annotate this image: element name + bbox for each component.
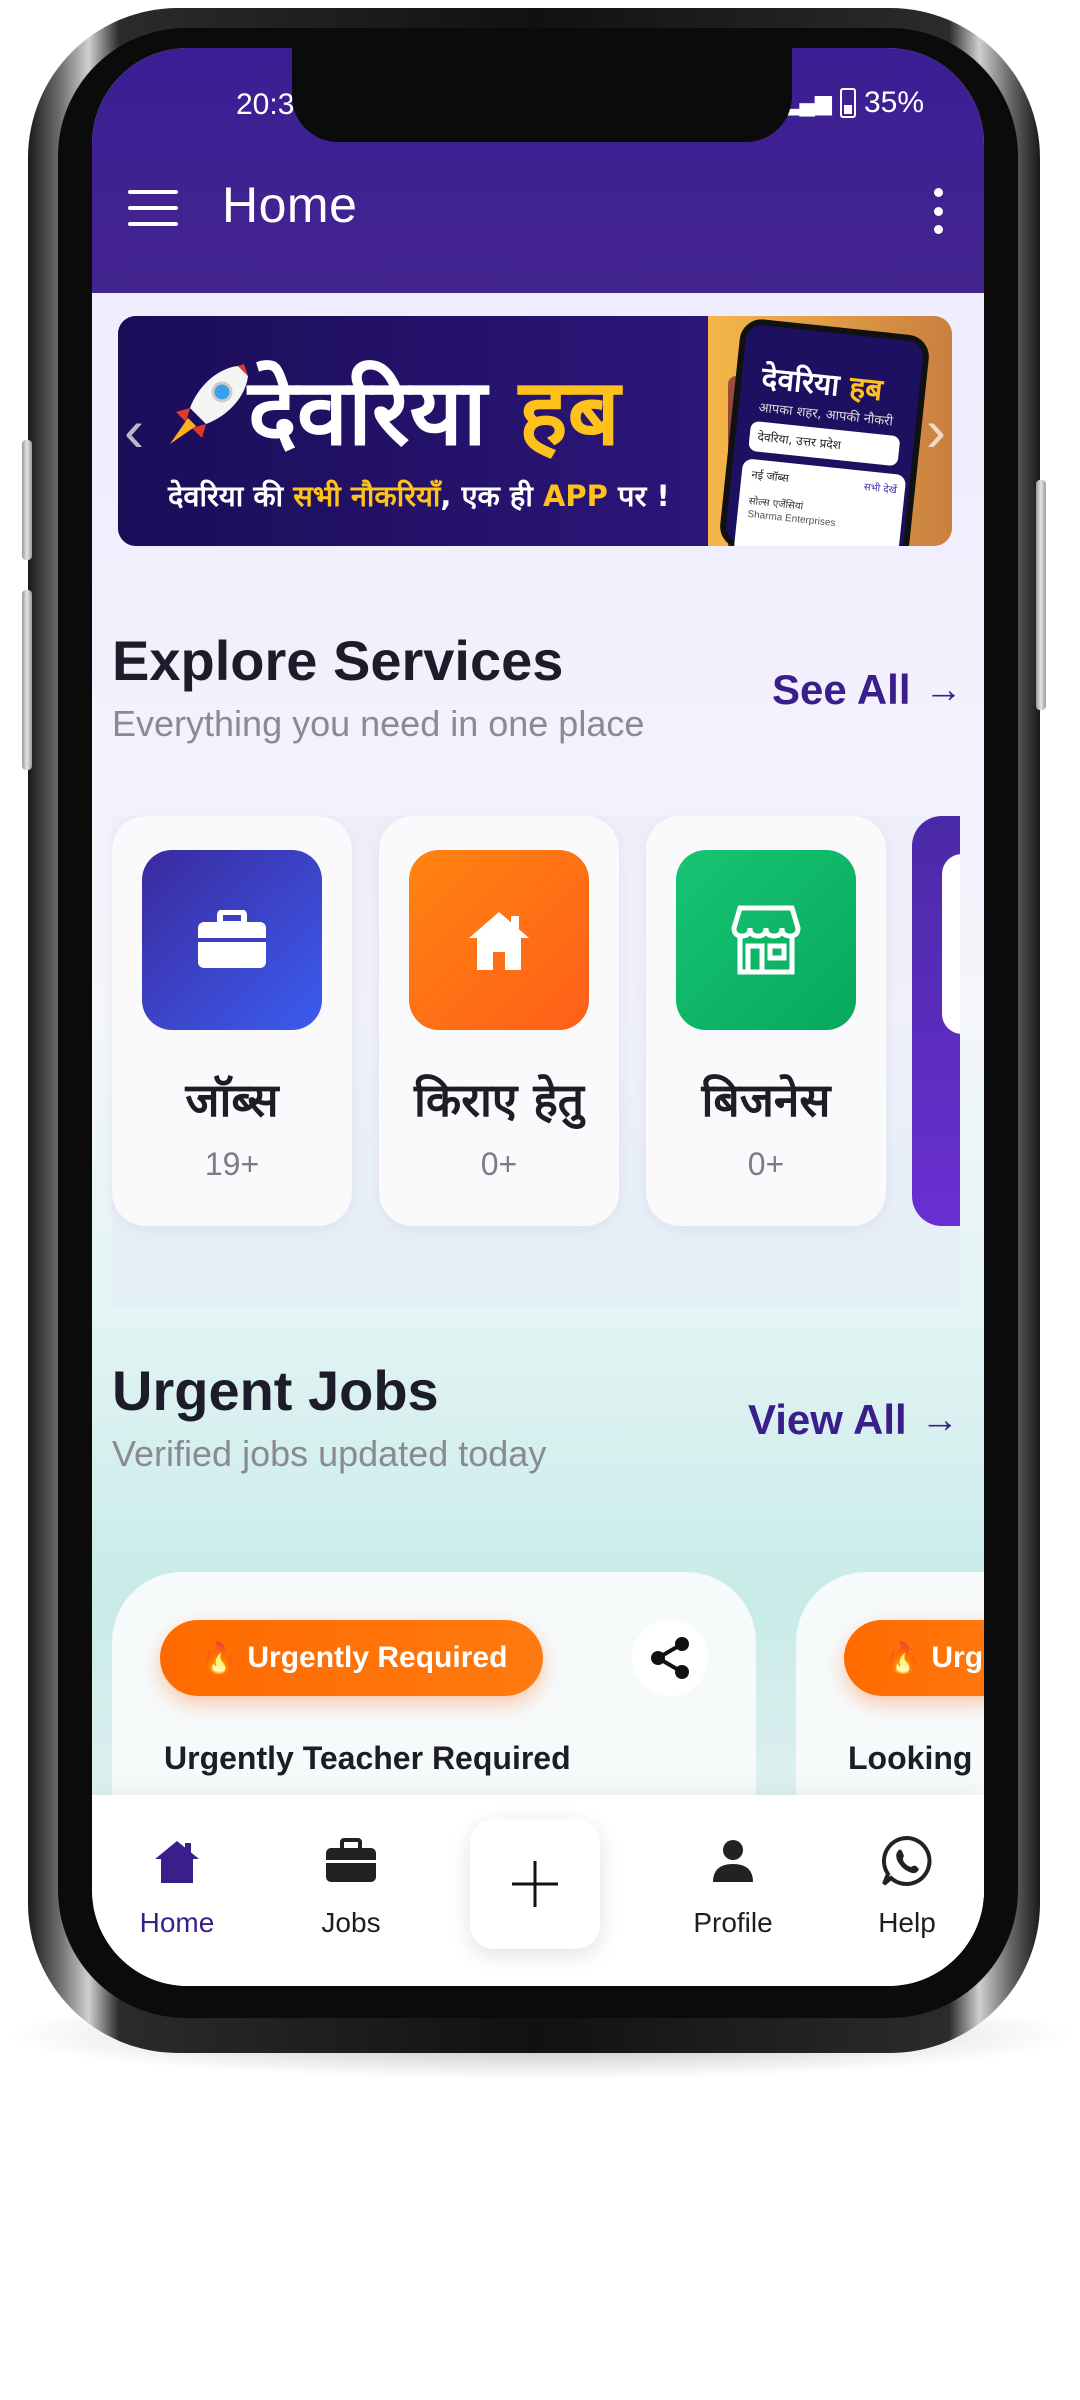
banner-title-highlight: हब bbox=[518, 359, 621, 466]
nav-profile[interactable]: Profile bbox=[658, 1833, 808, 1939]
bottom-navigation: Home Jobs Profile Help bbox=[92, 1795, 984, 1986]
nav-label: Jobs bbox=[321, 1907, 381, 1938]
arrow-right-icon: → bbox=[924, 668, 963, 711]
urgent-badge-label: Urg bbox=[931, 1641, 984, 1674]
service-name: जॉब्स bbox=[185, 1073, 279, 1127]
banner-sub-before: देवरिया की bbox=[168, 479, 284, 513]
rocket-icon bbox=[170, 364, 248, 444]
banner-sub-middle: , एक ही bbox=[440, 479, 533, 513]
service-count: 19+ bbox=[204, 1146, 260, 1182]
banner-sub-after: पर ! bbox=[618, 479, 670, 513]
promo-banner[interactable]: देवरिया हब देवरिया की सभी नौकरियाँ, एक ह… bbox=[118, 316, 952, 546]
job-title: Looking bbox=[848, 1740, 973, 1776]
add-post-button[interactable] bbox=[470, 1819, 600, 1949]
status-icons: ▂▄▆ 35% bbox=[783, 86, 924, 120]
banner-next-arrow[interactable]: › bbox=[926, 396, 946, 465]
page-title: Home bbox=[222, 177, 358, 233]
hamburger-menu-icon[interactable] bbox=[128, 190, 178, 226]
banner-prev-arrow[interactable]: ‹ bbox=[124, 396, 144, 465]
service-count: 0+ bbox=[480, 1146, 518, 1182]
mockup-title-highlight: हब bbox=[847, 369, 885, 409]
fire-icon: 🔥 bbox=[200, 1641, 238, 1675]
urgent-jobs-subtitle: Verified jobs updated today bbox=[112, 1433, 547, 1474]
mockup-title-main: देवरिया bbox=[759, 360, 842, 404]
service-card-next-peek[interactable] bbox=[912, 816, 960, 1226]
app-bar: 20:3 ▂▄▆ 35% Home bbox=[92, 48, 984, 293]
service-count: 0+ bbox=[747, 1146, 785, 1182]
side-button bbox=[1036, 480, 1046, 710]
service-name: बिजनेस bbox=[701, 1073, 831, 1127]
urgent-badge: 🔥 Urgently Required bbox=[160, 1620, 544, 1696]
briefcase-icon bbox=[198, 910, 266, 968]
arrow-right-icon: → bbox=[920, 1398, 959, 1441]
mockup-job-card: नई जॉब्स सभी देखें सोल्स एजेंसियां Sharm… bbox=[733, 458, 907, 546]
see-all-services-link[interactable]: See All → bbox=[772, 666, 963, 714]
mockup-card-heading: नई जॉब्स bbox=[750, 468, 790, 485]
share-button[interactable] bbox=[632, 1620, 708, 1696]
service-card-business[interactable]: बिजनेस 0+ bbox=[646, 816, 886, 1226]
nav-help[interactable]: Help bbox=[832, 1833, 982, 1939]
nav-label: Profile bbox=[693, 1907, 773, 1938]
services-title: Explore Services bbox=[112, 629, 564, 692]
services-subtitle: Everything you need in one place bbox=[112, 703, 645, 744]
more-vertical-icon[interactable] bbox=[932, 188, 944, 234]
status-time: 20:3 bbox=[236, 88, 295, 121]
battery-icon bbox=[839, 88, 856, 118]
side-button bbox=[22, 440, 32, 560]
banner-subtitle: देवरिया की सभी नौकरियाँ, एक ही APP पर ! bbox=[168, 476, 670, 515]
home-icon bbox=[155, 1841, 199, 1883]
job-title: Urgently Teacher Required bbox=[164, 1740, 571, 1776]
banner-phone-mockup: देवरिया हब आपका शहर, आपकी नौकरी देवरिया,… bbox=[718, 317, 932, 546]
plus-icon bbox=[512, 1861, 558, 1907]
share-icon bbox=[651, 1637, 689, 1679]
view-all-jobs-link[interactable]: View All → bbox=[748, 1396, 959, 1444]
urgent-jobs-title: Urgent Jobs bbox=[112, 1359, 439, 1422]
camera-notch bbox=[292, 48, 792, 142]
app-screen: 20:3 ▂▄▆ 35% Home देवरिया हब देवरिया की … bbox=[92, 48, 984, 1986]
mockup-card-link: सभी देखें bbox=[863, 481, 898, 497]
banner-sub-highlight: सभी नौकरियाँ bbox=[293, 479, 441, 513]
battery-level: 35% bbox=[863, 86, 924, 119]
nav-jobs[interactable]: Jobs bbox=[276, 1833, 426, 1939]
nav-label: Home bbox=[139, 1907, 215, 1938]
urgent-badge-label: Urgently Required bbox=[247, 1641, 508, 1674]
service-card-rent[interactable]: किराए हेतु 0+ bbox=[379, 816, 619, 1226]
view-all-label: View All bbox=[748, 1396, 907, 1443]
service-icon-tile bbox=[409, 850, 589, 1030]
house-icon bbox=[469, 912, 529, 970]
nav-label: Help bbox=[878, 1907, 936, 1938]
urgent-badge: 🔥 Urg bbox=[844, 1620, 984, 1696]
whatsapp-icon bbox=[882, 1835, 932, 1886]
service-name: किराए हेतु bbox=[413, 1073, 585, 1127]
fire-icon: 🔥 bbox=[884, 1641, 922, 1675]
store-icon bbox=[731, 905, 801, 975]
see-all-label: See All bbox=[772, 666, 911, 713]
banner-title-main: देवरिया bbox=[248, 359, 487, 466]
service-icon-tile bbox=[142, 850, 322, 1030]
side-button bbox=[22, 590, 32, 770]
service-card-jobs[interactable]: जॉब्स 19+ bbox=[112, 816, 352, 1226]
service-icon-tile bbox=[676, 850, 856, 1030]
person-icon bbox=[713, 1840, 753, 1882]
banner-sub-app: APP bbox=[542, 479, 608, 513]
mockup-card-company-en: Sharma Enterprises bbox=[746, 508, 836, 530]
briefcase-icon bbox=[326, 1838, 376, 1882]
banner-title: देवरिया हब bbox=[248, 346, 620, 471]
nav-home[interactable]: Home bbox=[102, 1833, 252, 1939]
